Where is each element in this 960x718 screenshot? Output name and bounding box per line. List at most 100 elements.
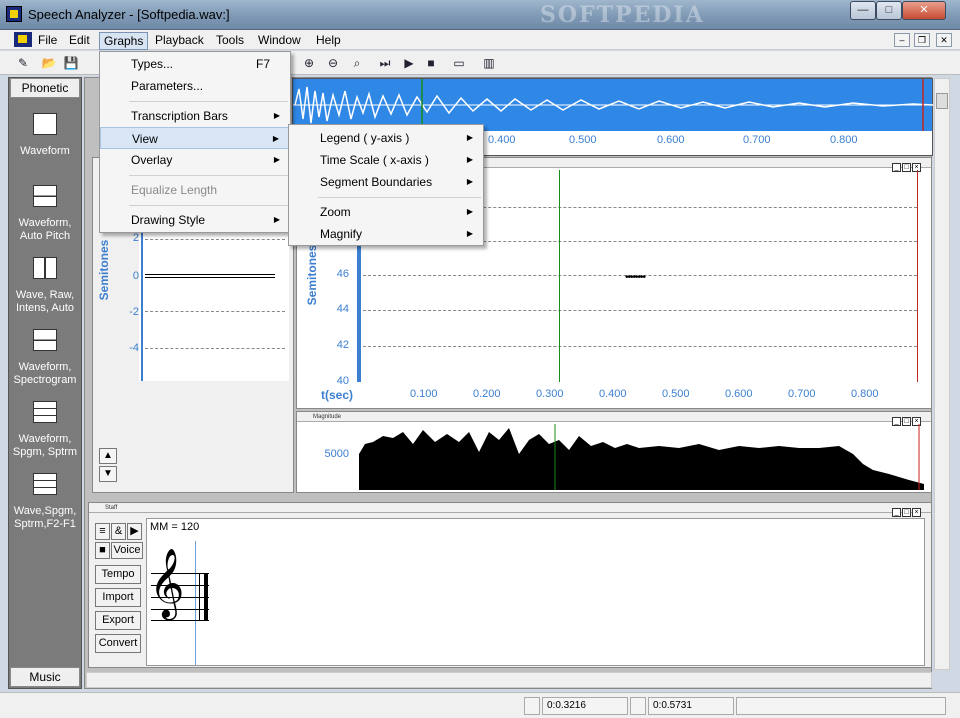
title-bar: Speech Analyzer - [Softpedia.wav:] SOFTP…: [0, 0, 960, 30]
x-tick: 0.600: [725, 388, 753, 400]
play-from-start-icon[interactable]: ⏭: [376, 54, 394, 72]
menu-separator: [129, 175, 288, 176]
stop-icon[interactable]: ■: [422, 54, 440, 72]
tempo-button[interactable]: Tempo: [95, 565, 141, 584]
maximize-button[interactable]: □: [876, 1, 902, 20]
scroll-thumb[interactable]: [936, 93, 948, 109]
end-cursor[interactable]: [917, 170, 918, 382]
layout-quad-icon[interactable]: [33, 257, 57, 279]
grid-line: [363, 346, 917, 347]
x-tick: 0.800: [830, 134, 858, 146]
graphs-menu: Types... F7 Parameters... Transcription B…: [99, 51, 291, 233]
x-tick: 0.100: [410, 388, 438, 400]
y-tick: 40: [336, 375, 349, 387]
record-tool-icon[interactable]: ✎: [14, 54, 32, 72]
export-button[interactable]: Export: [95, 611, 141, 630]
layout-label[interactable]: Waveform, Auto Pitch: [8, 217, 82, 243]
menu-item-legend[interactable]: Legend ( y-axis ) ▶: [289, 127, 483, 149]
minimize-button[interactable]: —: [850, 1, 876, 20]
menu-file[interactable]: File: [34, 32, 61, 48]
pitch-contour: ••••••••: [625, 272, 646, 283]
menu-item-view[interactable]: View ▶: [100, 127, 290, 149]
staff-stop-icon[interactable]: ■: [95, 542, 110, 559]
menu-item-types[interactable]: Types... F7: [100, 53, 290, 75]
document-icon[interactable]: [14, 32, 32, 47]
layout-spectrum-icon[interactable]: [33, 401, 57, 423]
menu-separator: [129, 101, 288, 102]
status-cell: [630, 697, 646, 715]
layout-spectrogram-icon[interactable]: [33, 329, 57, 351]
layout-waveform-icon[interactable]: [33, 113, 57, 135]
menu-help[interactable]: Help: [312, 32, 345, 48]
treble-clef-icon: 𝄞: [149, 548, 185, 618]
play-icon[interactable]: ▶: [400, 54, 418, 72]
menu-edit[interactable]: Edit: [65, 32, 94, 48]
staff-ampersand-icon[interactable]: &: [111, 523, 126, 540]
zoom-in-icon[interactable]: ⊕: [300, 54, 318, 72]
layout-formant-icon[interactable]: [33, 473, 57, 495]
magnitude-plot: [359, 424, 924, 490]
menu-item-segment-boundaries[interactable]: Segment Boundaries ▶: [289, 171, 483, 193]
scroll-up-button[interactable]: ▲: [99, 448, 117, 464]
zoom-out-icon[interactable]: ⊖: [324, 54, 342, 72]
staff-format-icon[interactable]: ≡: [95, 523, 110, 540]
mdi-restore-button[interactable]: ❐: [914, 33, 930, 47]
start-cursor[interactable]: [559, 170, 560, 382]
menu-window[interactable]: Window: [254, 32, 305, 48]
x-tick: 0.400: [488, 134, 516, 146]
zoom-all-icon[interactable]: ⌕: [348, 54, 366, 72]
save-icon[interactable]: 💾: [62, 54, 80, 72]
menu-item-parameters[interactable]: Parameters...: [100, 75, 290, 97]
menu-playback[interactable]: Playback: [151, 32, 208, 48]
x-tick: 0.800: [851, 388, 879, 400]
layout-label[interactable]: Waveform: [8, 145, 82, 158]
voice-button[interactable]: Voice: [111, 542, 143, 559]
menu-graphs[interactable]: Graphs: [99, 32, 149, 50]
layout-label[interactable]: Waveform, Spectrogram: [8, 361, 82, 387]
x-tick: 0.400: [599, 388, 627, 400]
y-tick: 46: [336, 268, 349, 280]
menu-tools[interactable]: Tools: [212, 32, 248, 48]
menu-item-time-scale[interactable]: Time Scale ( x-axis ) ▶: [289, 149, 483, 171]
layout-auto-pitch-icon[interactable]: [33, 185, 57, 207]
music-tab[interactable]: Music: [10, 667, 80, 687]
scroll-down-button[interactable]: ▼: [99, 466, 117, 482]
layout-label[interactable]: Wave, Raw, Intens, Auto: [8, 289, 82, 315]
menu-item-overlay[interactable]: Overlay ▶: [100, 149, 290, 171]
staff-panel-controls[interactable]: _ □ ×: [891, 503, 921, 517]
tape-icon[interactable]: ▭: [450, 54, 468, 72]
staff-canvas[interactable]: MM = 120 𝄞: [146, 518, 925, 666]
open-folder-icon[interactable]: 📂: [40, 54, 58, 72]
pitch-panel-controls[interactable]: _ □ ×: [891, 158, 921, 172]
y-tick: 0: [132, 270, 139, 282]
y-tick: 5000: [324, 448, 349, 460]
staff-play-icon[interactable]: ▶: [127, 523, 142, 540]
magnitude-panel-controls[interactable]: _ □ ×: [891, 412, 921, 426]
vertical-scrollbar[interactable]: [934, 78, 950, 670]
spectrum-icon[interactable]: ▥: [480, 54, 498, 72]
menu-item-magnify[interactable]: Magnify ▶: [289, 223, 483, 245]
magnitude-panel[interactable]: Magnitude _ □ × 5000: [296, 411, 932, 493]
import-button[interactable]: Import: [95, 588, 141, 607]
grid-line: [145, 311, 285, 312]
start-time-field: 0:0.3216: [542, 697, 628, 715]
menu-item-drawing-style[interactable]: Drawing Style ▶: [100, 209, 290, 231]
menu-item-transcription-bars[interactable]: Transcription Bars ▶: [100, 105, 290, 127]
layout-label[interactable]: Waveform, Spgm, Sptrm: [8, 433, 82, 459]
mdi-close-button[interactable]: ✕: [936, 33, 952, 47]
x-tick: 0.200: [473, 388, 501, 400]
x-tick: 0.700: [788, 388, 816, 400]
horizontal-scrollbar[interactable]: [86, 672, 932, 688]
app-icon[interactable]: [6, 6, 22, 22]
close-button[interactable]: ✕: [902, 1, 946, 20]
y-tick: -2: [129, 306, 139, 318]
layout-label[interactable]: Wave,Spgm, Sptrm,F2-F1: [8, 505, 82, 531]
y-tick: 42: [336, 339, 349, 351]
staff-panel[interactable]: Staff _ □ × ≡ & ▶ ■ Voice Tempo Import Exp…: [88, 502, 932, 668]
phonetic-tab[interactable]: Phonetic: [10, 78, 80, 98]
menu-item-zoom[interactable]: Zoom ▶: [289, 201, 483, 223]
tempo-text: MM = 120: [150, 521, 200, 533]
convert-button[interactable]: Convert: [95, 634, 141, 653]
mdi-minimize-button[interactable]: –: [894, 33, 910, 47]
status-bar: 0:0.3216 0:0.5731: [0, 692, 960, 718]
